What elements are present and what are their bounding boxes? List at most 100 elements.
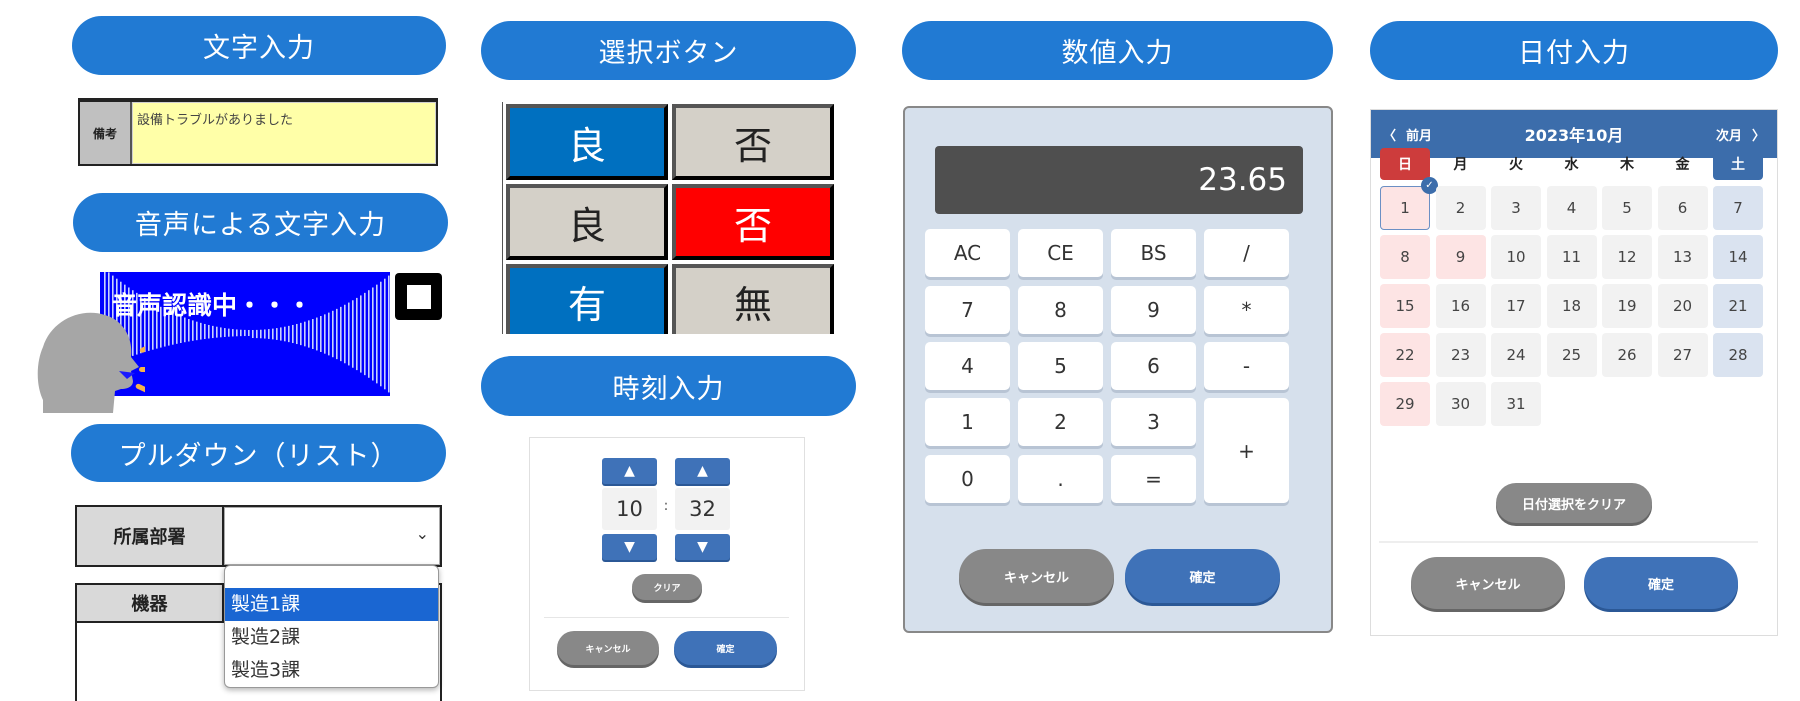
prev-month-button[interactable]: 〈前月	[1371, 125, 1444, 144]
calculator-key[interactable]: =	[1111, 455, 1196, 503]
calendar-day[interactable]: 30	[1435, 382, 1486, 426]
date-clear-button[interactable]: 日付選択をクリア	[1496, 483, 1652, 523]
section-header-select-buttons: 選択ボタン	[481, 21, 856, 80]
time-picker-panel: ▲ ▲ 10 : 32 ▼ ▼ クリア キャンセル 確定	[529, 437, 805, 691]
calendar-day[interactable]: 23	[1435, 333, 1486, 377]
weekday-header: 金	[1675, 157, 1690, 173]
calendar-day[interactable]: 15	[1380, 284, 1430, 328]
calendar-day[interactable]: 19	[1602, 284, 1652, 328]
calendar-day[interactable]: 4	[1546, 186, 1597, 230]
date-cancel-button[interactable]: キャンセル	[1411, 557, 1565, 609]
time-cancel-button[interactable]: キャンセル	[557, 631, 659, 665]
calculator-cancel-button[interactable]: キャンセル	[959, 549, 1114, 603]
minute-value[interactable]: 32	[675, 488, 730, 530]
wave-bar	[276, 328, 278, 340]
calendar-day[interactable]: 12	[1602, 235, 1652, 279]
wave-bar	[380, 281, 382, 387]
minute-down-button[interactable]: ▼	[675, 534, 730, 560]
department-dropdown-list: 製造1課 製造2課 製造3課	[224, 565, 439, 688]
wave-bar	[212, 325, 214, 339]
calculator-key[interactable]: 0	[925, 455, 1010, 503]
calculator-key[interactable]: BS	[1111, 229, 1196, 277]
calculator-key[interactable]: 7	[925, 286, 1010, 334]
calendar-day[interactable]: 2	[1435, 186, 1486, 230]
calculator-key[interactable]: 4	[925, 342, 1010, 390]
stop-recording-button[interactable]	[395, 273, 442, 320]
calculator-key[interactable]: .	[1018, 455, 1103, 503]
calculator-key[interactable]: -	[1204, 342, 1289, 390]
calendar-day[interactable]: 5	[1602, 186, 1652, 230]
date-confirm-button[interactable]: 確定	[1584, 557, 1738, 609]
select-button-yes[interactable]: 有	[506, 264, 668, 334]
hour-down-button[interactable]: ▼	[602, 534, 657, 560]
calendar-day[interactable]: 9	[1435, 235, 1486, 279]
hour-value[interactable]: 10	[602, 488, 657, 530]
wave-bar	[228, 328, 230, 337]
calendar-day[interactable]: 20	[1657, 284, 1708, 328]
calendar-day[interactable]: 27	[1657, 333, 1708, 377]
wave-bar	[328, 312, 330, 356]
calculator-key[interactable]: +	[1204, 398, 1289, 503]
wave-bar	[260, 329, 262, 339]
calendar-day[interactable]: 22	[1380, 333, 1430, 377]
calendar-day[interactable]: 7	[1713, 186, 1763, 230]
wave-bar	[288, 325, 290, 343]
calendar-day[interactable]: 1	[1380, 186, 1430, 230]
memo-field: 備考 設備トラブルがありました	[78, 100, 438, 166]
calendar-day[interactable]: 16	[1435, 284, 1486, 328]
dropdown-option[interactable]: 製造3課	[225, 654, 438, 687]
calendar-day[interactable]: 10	[1491, 235, 1541, 279]
select-button-bad[interactable]: 否	[672, 184, 834, 260]
calendar-day[interactable]: 18	[1546, 284, 1597, 328]
dropdown-option[interactable]: 製造1課	[225, 588, 438, 621]
calendar-day[interactable]: 31	[1491, 382, 1541, 426]
dropdown-option[interactable]: 製造2課	[225, 621, 438, 654]
calendar-day[interactable]: 3	[1491, 186, 1541, 230]
section-header-numeric-input: 数値入力	[902, 21, 1333, 80]
minute-up-button[interactable]: ▲	[675, 458, 730, 484]
calculator-key[interactable]: 1	[925, 398, 1010, 446]
department-select[interactable]: ⌄	[224, 507, 440, 565]
calculator-key[interactable]: *	[1204, 286, 1289, 334]
next-month-button[interactable]: 次月〉	[1704, 125, 1777, 144]
hour-up-button[interactable]: ▲	[602, 458, 657, 484]
calculator-key[interactable]: 8	[1018, 286, 1103, 334]
calculator-key[interactable]: /	[1204, 229, 1289, 277]
section-header-text-input: 文字入力	[72, 16, 446, 75]
calendar-day[interactable]: 29	[1380, 382, 1430, 426]
calculator-key[interactable]: 5	[1018, 342, 1103, 390]
select-button-no[interactable]: 無	[672, 264, 834, 334]
triangle-down-icon: ▼	[624, 539, 635, 555]
dropdown-option-empty[interactable]	[225, 566, 438, 588]
calculator-confirm-button[interactable]: 確定	[1125, 549, 1280, 603]
weekday-header: 火	[1509, 157, 1523, 173]
calculator-key[interactable]: CE	[1018, 229, 1103, 277]
calendar-day[interactable]: 13	[1657, 235, 1708, 279]
calculator-key[interactable]: AC	[925, 229, 1010, 277]
calculator-panel: 23.65 AC CE BS/ 7 8 9 * 4 5 6- 1 2 3 +0. = キャンセル 確定	[903, 106, 1333, 633]
time-confirm-button[interactable]: 確定	[674, 631, 777, 665]
calendar-day[interactable]: 8	[1380, 235, 1430, 279]
calendar-day[interactable]: 25	[1546, 333, 1597, 377]
calendar-day[interactable]: 26	[1602, 333, 1652, 377]
wave-bar	[216, 326, 218, 338]
time-clear-button[interactable]: クリア	[632, 574, 702, 600]
calendar-day[interactable]: 6	[1657, 186, 1708, 230]
memo-textarea[interactable]: 設備トラブルがありました	[132, 102, 436, 164]
select-button-bad[interactable]: 否	[672, 104, 834, 180]
calculator-key[interactable]: 9	[1111, 286, 1196, 334]
calendar-day[interactable]: 17	[1491, 284, 1541, 328]
wave-bar	[332, 310, 334, 358]
calendar-day[interactable]: 11	[1546, 235, 1597, 279]
calendar-day[interactable]: 21	[1713, 284, 1763, 328]
calendar-day[interactable]: 14	[1713, 235, 1763, 279]
calculator-key[interactable]: 6	[1111, 342, 1196, 390]
calculator-key[interactable]: 3	[1111, 398, 1196, 446]
calculator-key[interactable]: 2	[1018, 398, 1103, 446]
wave-bar	[388, 275, 390, 393]
section-header-pulldown: プルダウン（リスト）	[71, 424, 446, 482]
calendar-day[interactable]: 24	[1491, 333, 1541, 377]
calendar-day[interactable]: 28	[1713, 333, 1763, 377]
select-button-good[interactable]: 良	[506, 184, 668, 260]
select-button-good[interactable]: 良	[506, 104, 668, 180]
